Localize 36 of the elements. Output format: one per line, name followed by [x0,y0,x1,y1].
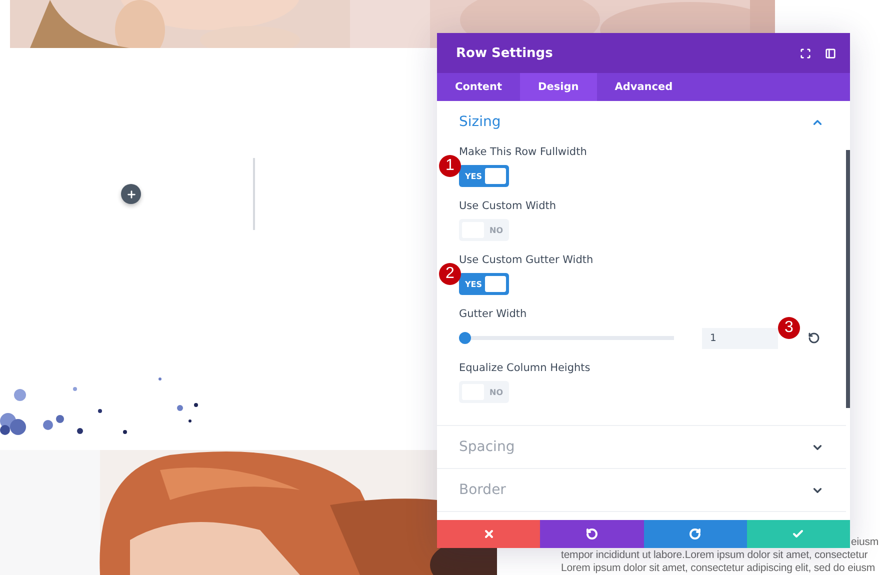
panel-title: Row Settings [456,46,554,60]
fullscreen-icon[interactable] [800,48,811,58]
number-field[interactable]: 1 [702,328,778,348]
tab[interactable]: Advanced [596,73,691,101]
toggle-switch[interactable]: NO [459,381,509,403]
section-header[interactable]: Border [437,469,846,511]
tab[interactable]: Design [520,73,597,101]
field-label: Gutter Width [459,307,527,322]
add-button[interactable] [121,184,141,204]
number-badge: 1 [439,155,461,177]
body-text: Lorem ipsum dolor sit amet, consectetur adipiscing elit, sed do eiusm [561,562,876,575]
redo-icon [689,528,702,540]
number-badge: 3 [778,317,800,339]
body-text: eiusm [851,536,879,549]
undo-icon [586,528,598,540]
body-text: tempor incididunt ut labore.Lorem ipsum dolor sit amet, consectetur [561,549,869,562]
redo-button[interactable] [644,520,747,548]
number-badge: 2 [439,263,461,285]
sidebar-icon[interactable] [825,48,836,58]
toggle-switch[interactable]: YES [459,273,509,295]
close-icon [482,528,495,540]
tab[interactable]: Content [437,73,520,101]
slider-thumb[interactable] [459,332,471,344]
section-header[interactable]: Sizing [437,101,846,143]
field-label: Use Custom Width [459,199,556,214]
field-label: Equalize Column Heights [459,361,590,376]
reset-button[interactable] [808,332,820,344]
section-header[interactable]: Spacing [437,426,846,468]
undo-button[interactable] [540,520,644,548]
field-label: Use Custom Gutter Width [459,253,594,268]
scrollbar[interactable] [846,150,850,408]
toggle-switch[interactable]: NO [459,219,509,241]
check-icon [792,528,804,540]
field-label: Make This Row Fullwidth [459,145,587,160]
plus-icon [126,188,136,200]
toggle-switch[interactable]: YES [459,165,509,187]
